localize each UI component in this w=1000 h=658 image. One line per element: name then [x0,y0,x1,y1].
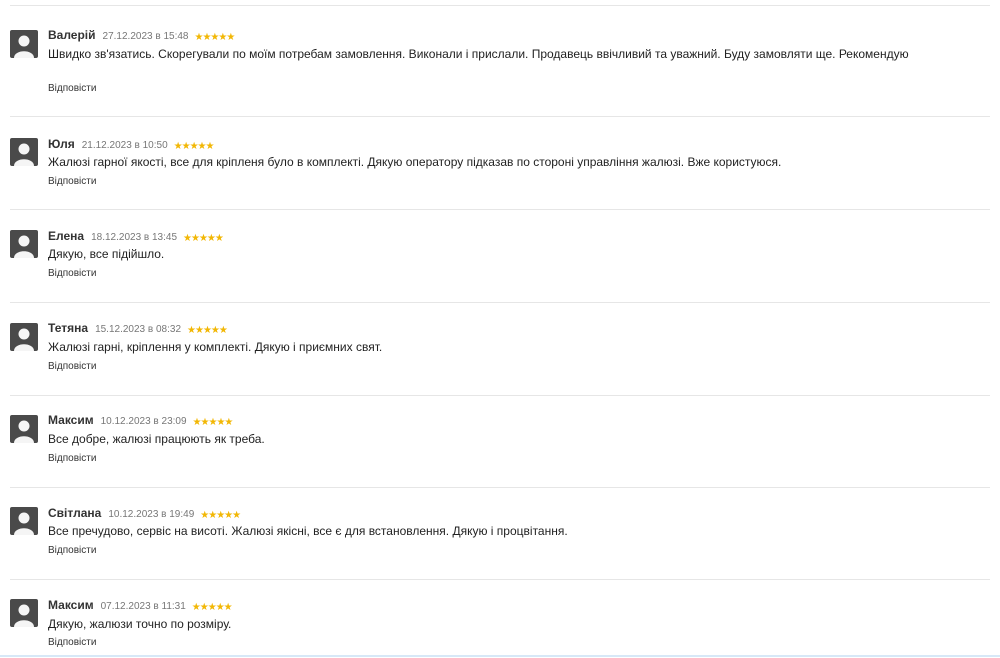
star-rating: ★★★★★ [194,32,235,43]
star-rating: ★★★★★ [191,602,233,613]
review-item: Максим 10.12.2023 в 23:09 ★★★★★ Все добр… [10,396,990,488]
user-silhouette-icon [14,604,34,627]
review-text: Жалюзі гарні, кріплення у комплекті. Дяк… [48,340,383,354]
review-author: Тетяна [48,321,89,335]
star-rating: ★★★★★ [173,141,215,152]
review-item: Тетяна 15.12.2023 в 08:32 ★★★★★ Жалюзі г… [10,303,990,396]
review-item: Юля 21.12.2023 в 10:50 ★★★★★ Жалюзі гарн… [10,117,990,210]
user-silhouette-icon [14,143,34,166]
user-silhouette-icon [14,328,34,351]
avatar [10,138,38,166]
review-text: Дякую, жалюзи точно по розміру. [48,617,232,631]
review-item: Елена 18.12.2023 в 13:45 ★★★★★ Дякую, вс… [10,210,990,303]
review-date: 07.12.2023 в 11:31 [100,601,186,612]
reply-link[interactable]: Відповісти [48,176,96,187]
user-silhouette-icon [14,235,34,258]
reply-link[interactable]: Відповісти [48,361,96,372]
avatar [10,507,38,535]
review-author: Світлана [48,506,102,520]
review-text: Швидко зв'язатись. Скорегували по моїм п… [48,47,909,61]
review-date: 18.12.2023 в 13:45 [91,232,178,243]
review-item: Світлана 10.12.2023 в 19:49 ★★★★★ Все пр… [10,488,990,580]
star-rating: ★★★★★ [192,417,234,428]
avatar [10,230,38,258]
avatar [10,323,38,351]
reviews-list: Валерій 27.12.2023 в 15:48 ★★★★★ Швидко … [0,0,1000,658]
bottom-divider [0,655,1000,657]
review-date: 15.12.2023 в 08:32 [95,324,182,335]
review-author: Максим [48,413,94,427]
review-text: Все пречудово, сервіс на висоті. Жалюзі … [48,524,568,538]
review-date: 10.12.2023 в 23:09 [100,416,187,427]
user-silhouette-icon [14,420,34,443]
user-silhouette-icon [14,512,34,535]
review-date: 27.12.2023 в 15:48 [102,31,189,42]
review-author: Валерій [48,28,96,42]
review-author: Юля [48,137,75,151]
avatar [10,30,38,58]
reply-link[interactable]: Відповісти [48,545,96,556]
star-rating: ★★★★★ [183,233,224,244]
review-item: Максим 07.12.2023 в 11:31 ★★★★★ Дякую, ж… [10,580,990,652]
reply-link[interactable]: Відповісти [48,83,96,94]
review-item: Валерій 27.12.2023 в 15:48 ★★★★★ Швидко … [10,6,990,117]
review-text: Дякую, все підійшло. [48,247,165,261]
star-rating: ★★★★★ [200,510,241,521]
reply-link[interactable]: Відповісти [48,268,96,279]
review-author: Елена [48,229,85,243]
review-text: Жалюзі гарної якості, все для кріпленя б… [48,155,782,169]
star-rating: ★★★★★ [187,325,228,336]
reply-link[interactable]: Відповісти [48,637,96,648]
avatar [10,599,38,627]
user-silhouette-icon [14,35,34,58]
review-author: Максим [48,598,94,612]
review-text: Все добре, жалюзі працюють як треба. [48,432,265,446]
review-date: 10.12.2023 в 19:49 [108,509,195,520]
reply-link[interactable]: Відповісти [48,453,96,464]
review-date: 21.12.2023 в 10:50 [81,140,168,151]
avatar [10,415,38,443]
